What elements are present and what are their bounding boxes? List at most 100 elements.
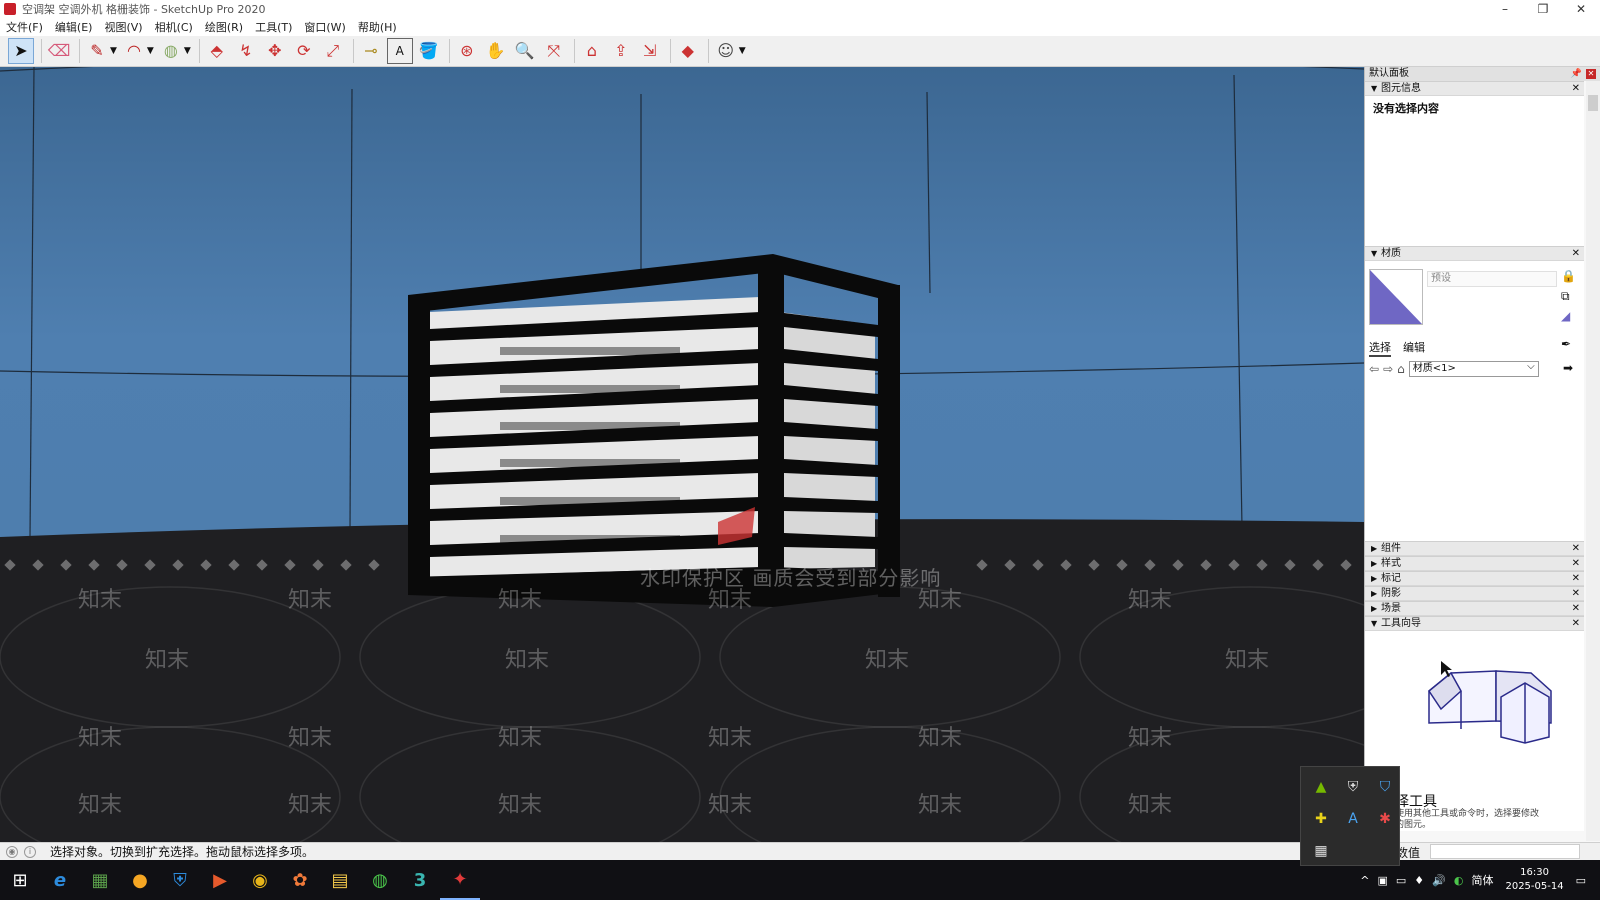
tablet-icon[interactable]: ▣ — [1377, 874, 1387, 887]
menu-file[interactable]: 文件(F) — [6, 19, 43, 35]
account-icon[interactable]: ☺ — [713, 38, 739, 64]
add-tray-icon[interactable]: ✚ — [1305, 803, 1337, 835]
material-swatch[interactable] — [1369, 269, 1423, 325]
scenes-header[interactable]: ▶ 场景 ✕ — [1365, 601, 1584, 616]
share-model-icon[interactable]: ⇪ — [608, 38, 634, 64]
photo-app-icon[interactable]: ✿ — [280, 860, 320, 900]
back-arrow-icon[interactable]: ⇦ — [1369, 362, 1379, 376]
menu-draw[interactable]: 绘图(R) — [205, 19, 243, 35]
info-icon[interactable]: i — [24, 845, 36, 858]
show-hidden-icons-icon[interactable]: ^ — [1360, 874, 1369, 887]
pushpull-tool-icon[interactable]: ⬘ — [204, 38, 230, 64]
material-collection-select[interactable]: 材质<1> — [1408, 360, 1539, 377]
line-tool-icon[interactable]: ✎ — [84, 38, 110, 64]
scrollbar-thumb[interactable] — [1588, 95, 1598, 111]
menu-help[interactable]: 帮助(H) — [358, 19, 397, 35]
sample-paint-icon[interactable]: ✒ — [1561, 337, 1571, 351]
close-icon[interactable]: ✕ — [1572, 617, 1580, 631]
chrome-icon[interactable]: ◉ — [240, 860, 280, 900]
chevron-down-icon[interactable]: ▼ — [110, 46, 117, 56]
tray-scrollbar[interactable] — [1586, 81, 1600, 841]
default-material-icon[interactable]: ◢ — [1561, 309, 1576, 329]
wechat-tray-icon[interactable]: ◐ — [1454, 874, 1464, 887]
media-player-icon[interactable]: ● — [120, 860, 160, 900]
tags-header[interactable]: ▶ 标记 ✕ — [1365, 571, 1584, 586]
pin-icon[interactable]: 📌 — [1571, 67, 1582, 81]
menu-window[interactable]: 窗口(W) — [304, 19, 345, 35]
tab-select[interactable]: 选择 — [1369, 339, 1391, 357]
close-icon[interactable]: ✕ — [1572, 602, 1580, 616]
components-header[interactable]: ▶ 组件 ✕ — [1365, 541, 1584, 556]
close-icon[interactable]: ✕ — [1572, 82, 1580, 96]
3dsmax-icon[interactable]: 3 — [400, 860, 440, 900]
pan-tool-icon[interactable]: ✋ — [483, 38, 509, 64]
menu-edit[interactable]: 编辑(E) — [55, 19, 93, 35]
restore-button[interactable]: ❐ — [1524, 0, 1562, 18]
notifications-icon[interactable]: ▭ — [1576, 874, 1586, 887]
paint-bucket-tool-icon[interactable]: 🪣 — [416, 38, 442, 64]
tab-edit[interactable]: 编辑 — [1403, 339, 1425, 357]
orbit-tool-icon[interactable]: ⊛ — [454, 38, 480, 64]
chevron-down-icon[interactable]: ▼ — [147, 46, 154, 56]
shield-tray-icon[interactable]: ⛨ — [1337, 771, 1369, 803]
colorful-tray-icon[interactable]: ✱ — [1369, 803, 1401, 835]
volume-icon[interactable]: 🔊 — [1432, 874, 1446, 887]
scale-tool-icon[interactable]: ⤢ — [320, 38, 346, 64]
close-icon[interactable]: ✕ — [1572, 572, 1580, 586]
home-icon[interactable]: ⌂ — [1397, 362, 1405, 376]
defender-tray-icon[interactable]: ⛉ — [1369, 771, 1401, 803]
app-grid-tray-icon[interactable]: ▦ — [1305, 835, 1337, 867]
select-tool-icon[interactable]: ➤ — [8, 38, 34, 64]
close-icon[interactable]: ✕ — [1572, 587, 1580, 601]
materials-header[interactable]: ▼ 材质 ✕ — [1365, 246, 1584, 261]
3d-viewport[interactable]: 知末 知末 知末 知末 知末 知末 知末 知末 知末 知末 知末 知末 知末 知… — [0, 67, 1364, 842]
close-icon[interactable]: ✕ — [1572, 247, 1580, 261]
app-tray-icon[interactable]: ♦ — [1414, 874, 1424, 887]
ie-browser-icon[interactable]: e — [40, 860, 80, 900]
arc-tool-icon[interactable]: ◠ — [121, 38, 147, 64]
tape-tool-icon[interactable]: ⊸ — [358, 38, 384, 64]
tray-close-icon[interactable]: ✕ — [1586, 69, 1596, 79]
menu-view[interactable]: 视图(V) — [104, 19, 142, 35]
rotate-tool-icon[interactable]: ⟳ — [291, 38, 317, 64]
extension-manager-icon[interactable]: ◆ — [675, 38, 701, 64]
nvidia-tray-icon[interactable]: ▲ — [1305, 771, 1337, 803]
text-tool-icon[interactable]: A — [386, 38, 413, 64]
details-arrow-icon[interactable]: ➡ — [1563, 361, 1573, 375]
3d-warehouse-icon[interactable]: ⌂ — [579, 38, 605, 64]
sketchup-icon[interactable]: ✦ — [440, 860, 480, 900]
start-icon[interactable]: ⊞ — [0, 860, 40, 900]
shape-tool-icon[interactable]: ◍ — [158, 38, 184, 64]
styles-header[interactable]: ▶ 样式 ✕ — [1365, 556, 1584, 571]
menu-tools[interactable]: 工具(T) — [255, 19, 292, 35]
wechat-icon[interactable]: ◍ — [360, 860, 400, 900]
move-tool-icon[interactable]: ✥ — [262, 38, 288, 64]
lock-icon[interactable]: 🔒 — [1561, 269, 1576, 289]
image-viewer-icon[interactable]: ▦ — [80, 860, 120, 900]
security-app-icon[interactable]: ⛨ — [160, 860, 200, 900]
menu-camera[interactable]: 相机(C) — [155, 19, 193, 35]
close-icon[interactable]: ✕ — [1572, 542, 1580, 556]
minimize-button[interactable]: – — [1486, 0, 1524, 18]
clock[interactable]: 16:30 2025-05-14 — [1505, 866, 1563, 894]
zoom-extents-tool-icon[interactable]: ⤧ — [541, 38, 567, 64]
geo-location-icon[interactable]: ◉ — [6, 845, 18, 858]
video-app-icon[interactable]: ▶ — [200, 860, 240, 900]
material-name-field[interactable]: 预设 — [1427, 271, 1557, 287]
input-method-indicator[interactable]: 简体 — [1471, 872, 1493, 888]
zoom-tool-icon[interactable]: 🔍 — [512, 38, 538, 64]
chevron-down-icon[interactable]: ▼ — [739, 46, 746, 56]
extension-warehouse-icon[interactable]: ⇲ — [637, 38, 663, 64]
shadows-header[interactable]: ▶ 阴影 ✕ — [1365, 586, 1584, 601]
network-icon[interactable]: ▭ — [1396, 874, 1406, 887]
followme-tool-icon[interactable]: ↯ — [233, 38, 259, 64]
chevron-down-icon[interactable]: ▼ — [184, 46, 191, 56]
close-button[interactable]: ✕ — [1562, 0, 1600, 18]
measurements-box[interactable] — [1430, 844, 1580, 859]
create-material-icon[interactable]: ⧉ — [1561, 289, 1576, 309]
autodesk-tray-icon[interactable]: A — [1337, 803, 1369, 835]
file-explorer-icon[interactable]: ▤ — [320, 860, 360, 900]
forward-arrow-icon[interactable]: ⇨ — [1383, 362, 1393, 376]
entity-info-header[interactable]: ▼ 图元信息 ✕ — [1365, 81, 1584, 96]
close-icon[interactable]: ✕ — [1572, 557, 1580, 571]
